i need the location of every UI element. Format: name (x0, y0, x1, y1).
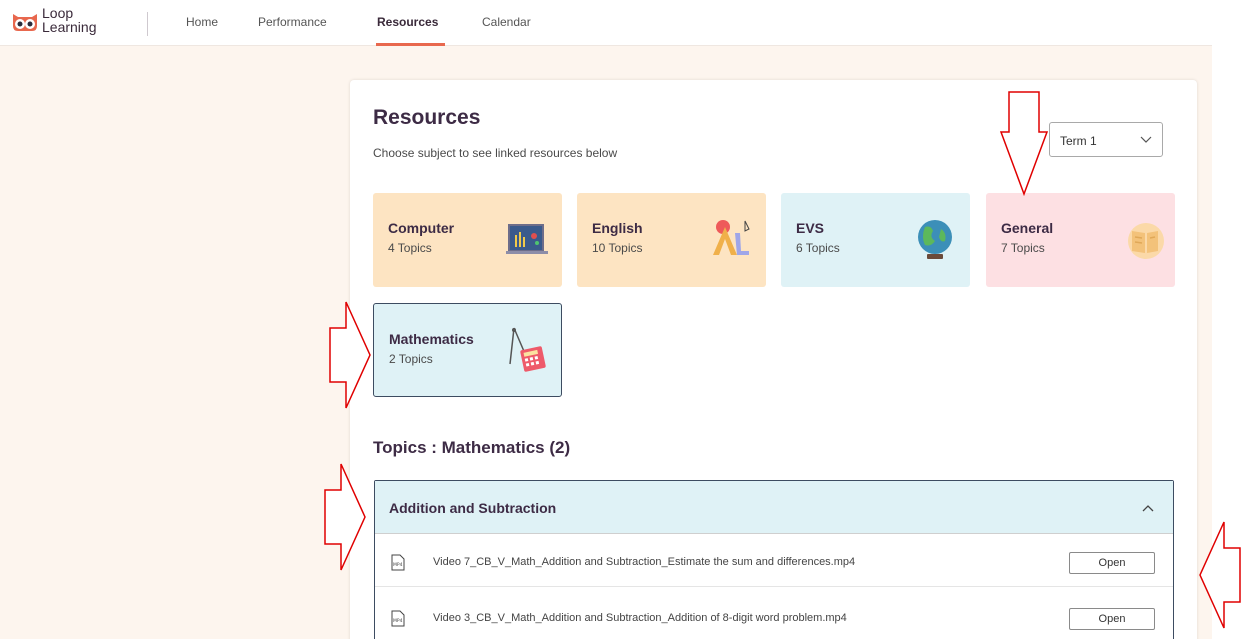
alphabet-icon (713, 220, 750, 255)
subject-card-computer[interactable]: Computer 4 Topics (373, 193, 562, 287)
subject-name: Computer (388, 220, 455, 236)
annotation-arrow-right-accordion (324, 463, 366, 571)
subject-card-english[interactable]: English 10 Topics (577, 193, 766, 287)
mp4-file-icon: MP4 (391, 610, 405, 627)
topics-heading: Topics : Mathematics (2) (373, 438, 571, 457)
accordion-title: Addition and Subtraction (389, 500, 557, 516)
brand-logo[interactable]: Loop Learning (10, 4, 120, 40)
nav-item-home[interactable]: Home (186, 15, 218, 29)
top-navbar: Loop Learning Home Performance Resources… (0, 0, 1212, 46)
resource-row: MP4 Video 7_CB_V_Math_Addition and Subtr… (375, 539, 1173, 587)
resource-name: Video 3_CB_V_Math_Addition and Subtracti… (433, 612, 847, 624)
subject-topic-count: 4 Topics (388, 241, 432, 255)
subject-card-mathematics[interactable]: Mathematics 2 Topics (373, 303, 562, 397)
globe-icon (918, 220, 952, 259)
nav-divider (147, 12, 148, 36)
subject-card-general[interactable]: General 7 Topics (986, 193, 1175, 287)
annotation-arrow-down (999, 91, 1049, 196)
term-dropdown[interactable]: Term 1 (1049, 122, 1163, 157)
subject-topic-count: 2 Topics (389, 352, 433, 366)
chevron-down-icon (1140, 136, 1152, 143)
subject-name: Mathematics (389, 331, 474, 347)
resources-card: Resources Choose subject to see linked r… (350, 80, 1197, 639)
subject-name: EVS (796, 220, 825, 236)
subject-topic-count: 7 Topics (1001, 241, 1045, 255)
nav-item-calendar[interactable]: Calendar (482, 15, 531, 29)
term-dropdown-value: Term 1 (1060, 134, 1097, 148)
mp4-file-icon: MP4 (391, 554, 405, 571)
subject-topic-count: 10 Topics (592, 241, 643, 255)
chevron-up-icon[interactable] (1141, 501, 1155, 515)
nav-item-performance[interactable]: Performance (258, 15, 327, 29)
accordion-header[interactable]: Addition and Subtraction (375, 481, 1173, 534)
brand-line-2: Learning (42, 19, 97, 35)
page-title: Resources (373, 106, 481, 129)
annotation-arrow-right-mathematics (329, 301, 371, 409)
book-icon (1128, 223, 1164, 259)
svg-text:MP4: MP4 (393, 562, 403, 568)
resource-row: MP4 Video 3_CB_V_Math_Addition and Subtr… (375, 595, 1173, 639)
brand-name: Loop Learning (42, 6, 97, 34)
brand-line-1: Loop (42, 5, 74, 21)
calculator-compass-icon (509, 327, 546, 372)
subject-card-evs[interactable]: EVS 6 Topics (781, 193, 970, 287)
topic-accordion: Addition and Subtraction MP4 Video 7_CB_… (374, 480, 1174, 639)
annotation-arrow-left (1199, 521, 1241, 629)
nav-item-resources[interactable]: Resources (377, 15, 438, 29)
open-button[interactable]: Open (1069, 552, 1155, 574)
page-subtitle: Choose subject to see linked resources b… (373, 146, 618, 160)
active-tab-indicator (376, 43, 445, 46)
owl-logo-icon (13, 14, 37, 31)
computer-board-icon (506, 224, 548, 254)
open-button[interactable]: Open (1069, 608, 1155, 630)
subject-name: English (592, 220, 643, 236)
resource-name: Video 7_CB_V_Math_Addition and Subtracti… (433, 556, 856, 568)
subject-name: General (1001, 220, 1054, 236)
subject-topic-count: 6 Topics (796, 241, 840, 255)
svg-text:MP4: MP4 (393, 618, 403, 624)
